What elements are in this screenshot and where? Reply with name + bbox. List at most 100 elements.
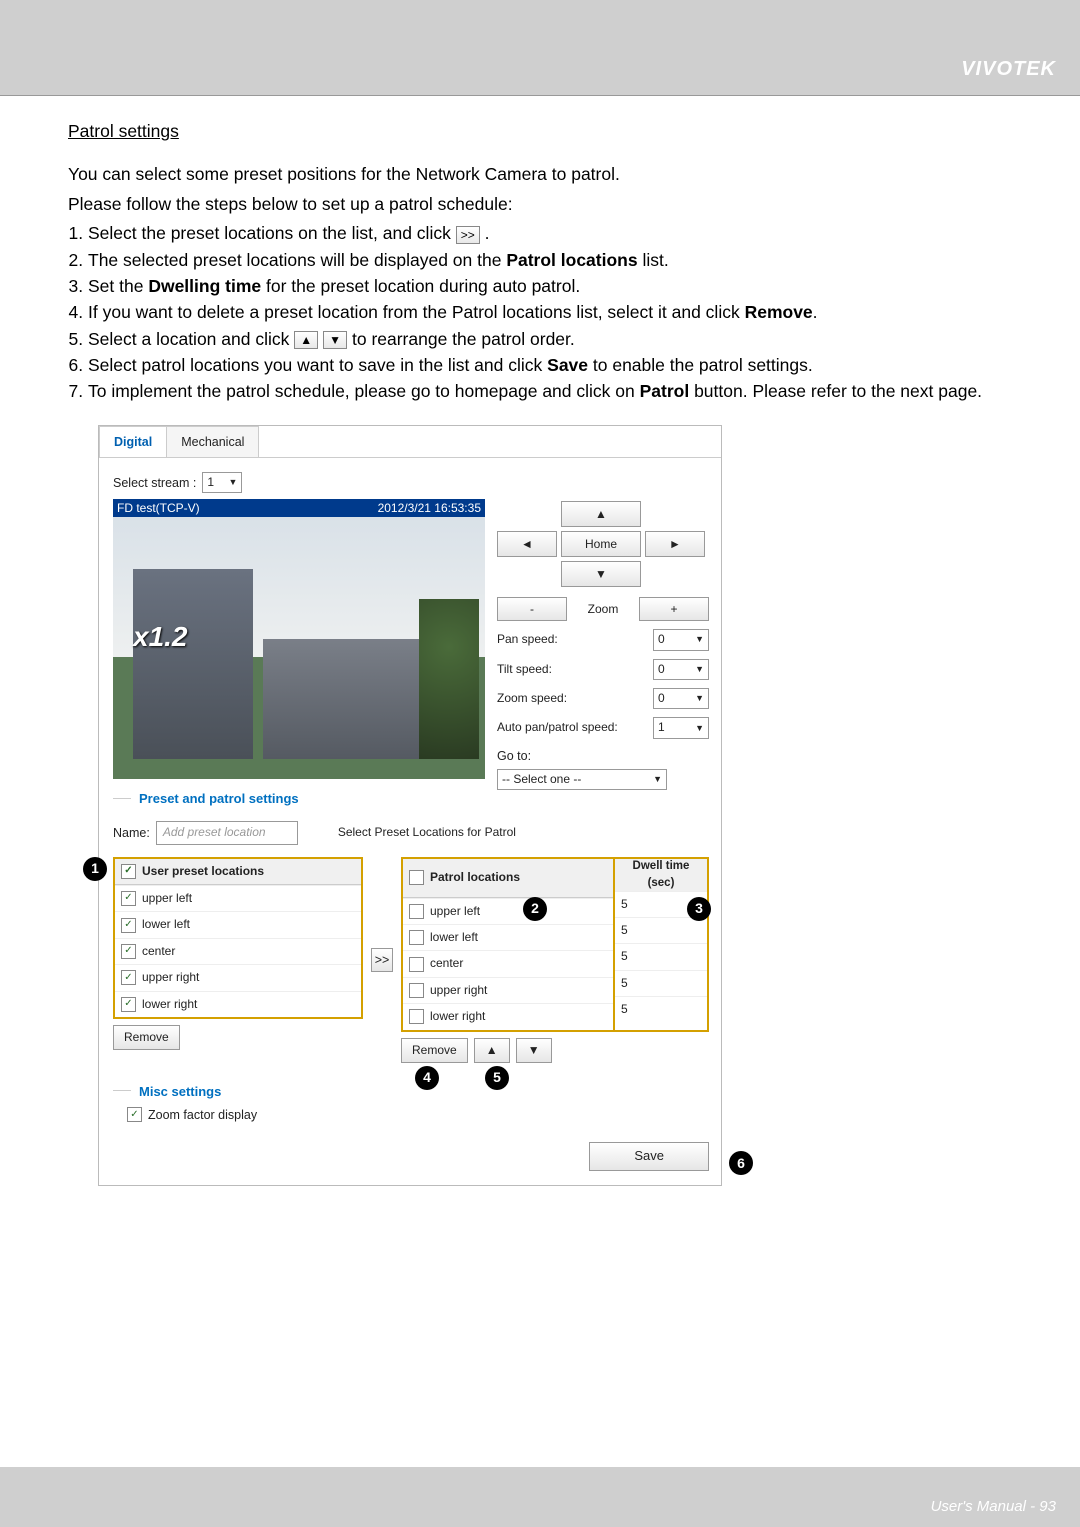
preset-section-heading: Preset and patrol settings: [113, 790, 709, 809]
settings-panel: Digital Mechanical Select stream : 1▼: [98, 425, 722, 1186]
video-preview[interactable]: FD test(TCP-V) 2012/3/21 16:53:35 x1.2: [113, 499, 485, 779]
checkbox-icon[interactable]: ✓: [121, 944, 136, 959]
tilt-down-button[interactable]: ▼: [561, 561, 641, 587]
tab-digital[interactable]: Digital: [99, 426, 167, 457]
patrol-row[interactable]: upper left: [403, 898, 613, 924]
callout-6: 6: [729, 1151, 753, 1175]
dwell-cell[interactable]: 5: [615, 970, 707, 996]
checkbox-icon[interactable]: [409, 904, 424, 919]
tab-bar: Digital Mechanical: [99, 426, 721, 458]
zoom-overlay: x1.2: [133, 617, 188, 658]
footer-text: User's Manual - 93: [931, 1498, 1056, 1515]
user-preset-column: ✓User preset locations ✓upper left ✓lowe…: [113, 857, 363, 1063]
move-down-button[interactable]: ▼: [516, 1038, 552, 1063]
auto-speed-label: Auto pan/patrol speed:: [497, 719, 618, 736]
video-title: FD test(TCP-V): [117, 500, 200, 517]
preset-row[interactable]: ✓lower left: [115, 911, 361, 937]
chevron-down-icon: ▼: [695, 722, 704, 735]
checkbox-icon[interactable]: [409, 930, 424, 945]
chevron-down-icon: ▼: [695, 663, 704, 676]
zoom-speed-dropdown[interactable]: 0▼: [653, 688, 709, 709]
patrol-row[interactable]: upper right: [403, 977, 613, 1003]
checkbox-icon[interactable]: ✓: [121, 997, 136, 1012]
select-stream-dropdown[interactable]: 1▼: [202, 472, 242, 493]
checkbox-icon[interactable]: ✓: [121, 864, 136, 879]
preset-name-label: Name:: [113, 824, 150, 842]
step-2: The selected preset locations will be di…: [88, 248, 1012, 273]
zoom-factor-checkbox[interactable]: ✓: [127, 1107, 142, 1122]
user-preset-header[interactable]: ✓User preset locations: [115, 859, 361, 885]
brand-label: VIVOTEK: [961, 58, 1056, 81]
video-title-bar: FD test(TCP-V) 2012/3/21 16:53:35: [113, 499, 485, 517]
chevron-down-icon: ▼: [653, 773, 662, 786]
add-to-patrol-button[interactable]: >>: [371, 948, 393, 972]
preset-area: 1 ✓User preset locations ✓upper left ✓lo…: [113, 857, 709, 1063]
patrol-row[interactable]: lower left: [403, 924, 613, 950]
callout-5: 5: [485, 1066, 509, 1090]
callout-2: 2: [523, 897, 547, 921]
auto-speed-dropdown[interactable]: 1▼: [653, 717, 709, 738]
checkbox-icon[interactable]: [409, 983, 424, 998]
patrol-row[interactable]: lower right: [403, 1003, 613, 1029]
step-6: Select patrol locations you want to save…: [88, 353, 1012, 378]
tab-mechanical[interactable]: Mechanical: [166, 426, 259, 457]
footer-band: User's Manual - 93: [0, 1467, 1080, 1527]
patrol-header[interactable]: Patrol locations: [403, 859, 613, 898]
save-button[interactable]: Save: [589, 1142, 709, 1171]
checkbox-icon[interactable]: [409, 957, 424, 972]
step-5: Select a location and click ▲ ▼ to rearr…: [88, 327, 1012, 352]
preset-row[interactable]: ✓lower right: [115, 991, 361, 1017]
inline-add-icon: >>: [456, 226, 480, 244]
preset-name-input[interactable]: Add preset location: [156, 821, 298, 844]
content: Patrol settings You can select some pres…: [0, 95, 1080, 1186]
select-stream-label: Select stream :: [113, 474, 196, 492]
patrol-row[interactable]: center: [403, 950, 613, 976]
zoom-label: Zoom: [571, 601, 635, 618]
checkbox-icon[interactable]: ✓: [121, 970, 136, 985]
pan-right-button[interactable]: ►: [645, 531, 705, 557]
zoom-speed-label: Zoom speed:: [497, 690, 567, 707]
tilt-speed-dropdown[interactable]: 0▼: [653, 659, 709, 680]
inline-up-icon: ▲: [294, 331, 318, 349]
pan-speed-dropdown[interactable]: 0▼: [653, 629, 709, 650]
dwell-cell[interactable]: 5: [615, 917, 707, 943]
misc-section-heading: Misc settings: [113, 1083, 709, 1102]
dwell-cell[interactable]: 5: [615, 943, 707, 969]
step-1: Select the preset locations on the list,…: [88, 221, 1012, 246]
intro-line-2: Please follow the steps below to set up …: [68, 192, 1012, 217]
step-7: To implement the patrol schedule, please…: [88, 379, 1012, 404]
callout-4: 4: [415, 1066, 439, 1090]
preset-row[interactable]: ✓center: [115, 938, 361, 964]
step-4: If you want to delete a preset location …: [88, 300, 1012, 325]
page: VIVOTEK Patrol settings You can select s…: [0, 0, 1080, 1527]
checkbox-icon[interactable]: [409, 1009, 424, 1024]
step-3: Set the Dwelling time for the preset loc…: [88, 274, 1012, 299]
pan-left-button[interactable]: ◄: [497, 531, 557, 557]
goto-label: Go to:: [497, 747, 709, 765]
zoom-out-button[interactable]: -: [497, 597, 567, 621]
callout-3: 3: [687, 897, 711, 921]
dpad: ▲ ◄ Home ► ▼: [497, 501, 709, 587]
intro-line-1: You can select some preset positions for…: [68, 162, 1012, 187]
checkbox-icon[interactable]: ✓: [121, 918, 136, 933]
ptz-controls: ▲ ◄ Home ► ▼ - Zoom +: [497, 499, 709, 790]
zoom-row: - Zoom +: [497, 597, 709, 621]
tilt-up-button[interactable]: ▲: [561, 501, 641, 527]
dwell-header: Dwell time(sec): [615, 859, 707, 891]
move-up-button[interactable]: ▲: [474, 1038, 510, 1063]
preset-row[interactable]: ✓upper right: [115, 964, 361, 990]
preset-row[interactable]: ✓upper left: [115, 885, 361, 911]
goto-dropdown[interactable]: -- Select one --▼: [497, 769, 667, 790]
patrol-column: 2 3 Patrol locations upper left lower le…: [401, 857, 709, 1063]
dwell-cell[interactable]: 5: [615, 996, 707, 1022]
panel-body: Select stream : 1▼ FD test(TCP-V) 2012/3…: [99, 458, 721, 1185]
remove-patrol-button[interactable]: Remove: [401, 1038, 468, 1063]
home-button[interactable]: Home: [561, 531, 641, 557]
zoom-in-button[interactable]: +: [639, 597, 709, 621]
checkbox-icon[interactable]: [409, 870, 424, 885]
zoom-factor-label: Zoom factor display: [148, 1106, 257, 1124]
checkbox-icon[interactable]: ✓: [121, 891, 136, 906]
remove-preset-button[interactable]: Remove: [113, 1025, 180, 1050]
chevron-down-icon: ▼: [228, 476, 237, 489]
chevron-down-icon: ▼: [695, 692, 704, 705]
